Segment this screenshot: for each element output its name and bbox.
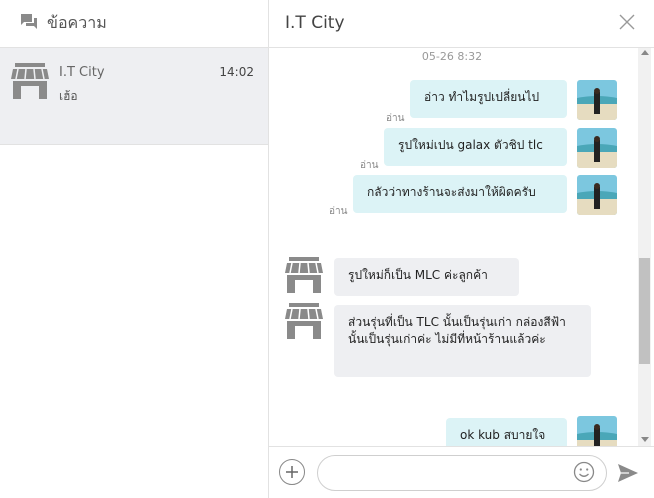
read-receipt: อ่าน bbox=[386, 113, 405, 124]
conversation-preview: เฮ้อ bbox=[59, 89, 78, 103]
message-scrollbar[interactable] bbox=[638, 48, 651, 446]
user-avatar bbox=[577, 175, 617, 215]
read-receipt: อ่าน bbox=[360, 160, 379, 171]
storefront-icon bbox=[10, 62, 50, 104]
message-bubble-outgoing: กลัวว่าทางร้านจะส่งมาให้ผิดครับ bbox=[353, 175, 567, 213]
chat-bubbles-icon bbox=[20, 13, 38, 35]
chat-title: I.T City bbox=[285, 13, 345, 33]
message-bubble-outgoing: ok kub สบายใจ bbox=[446, 418, 567, 446]
smiley-icon[interactable] bbox=[573, 461, 595, 483]
scroll-up-icon[interactable] bbox=[641, 50, 649, 55]
conversation-item[interactable]: I.T City 14:02 เฮ้อ bbox=[0, 48, 268, 145]
scroll-down-icon[interactable] bbox=[641, 437, 649, 442]
panel-title: ข้อความ bbox=[47, 13, 107, 32]
conversation-name: I.T City bbox=[59, 65, 105, 80]
chat-header: I.T City bbox=[269, 0, 654, 48]
user-avatar bbox=[577, 416, 617, 446]
message-bubble-incoming: รูปใหม่ก็เป็น MLC ค่ะลูกค้า bbox=[334, 258, 519, 296]
read-receipt: อ่าน bbox=[329, 206, 348, 217]
storefront-icon bbox=[284, 302, 324, 342]
chat-panel: I.T City 05-26 8:32 อ่าน อ่าว ทำไมรูปเปล… bbox=[269, 0, 654, 498]
conversation-time: 14:02 bbox=[219, 65, 254, 79]
message-date: 05-26 8:32 bbox=[421, 50, 483, 63]
send-icon[interactable] bbox=[617, 462, 639, 484]
message-list[interactable]: 05-26 8:32 อ่าน อ่าว ทำไมรูปเปลี่ยนไป อ่… bbox=[269, 48, 635, 446]
conversation-panel: ข้อความ I.T City 14:02 เฮ้อ bbox=[0, 0, 269, 498]
message-bubble-incoming: ส่วนรุ่นที่เป็น TLC นั้นเป็นรุ่นเก่า กล่… bbox=[334, 305, 591, 377]
user-avatar bbox=[577, 80, 617, 120]
plus-icon[interactable] bbox=[279, 459, 305, 485]
close-icon[interactable] bbox=[618, 13, 636, 31]
scroll-thumb[interactable] bbox=[639, 258, 650, 364]
composer bbox=[269, 446, 654, 498]
message-bubble-outgoing: รูปใหม่เปน galax ตัวชิป tlc bbox=[384, 128, 567, 166]
conversation-panel-header: ข้อความ bbox=[0, 0, 268, 48]
user-avatar bbox=[577, 128, 617, 168]
storefront-icon bbox=[284, 256, 324, 296]
message-bubble-outgoing: อ่าว ทำไมรูปเปลี่ยนไป bbox=[410, 80, 567, 118]
message-input[interactable] bbox=[317, 455, 607, 491]
